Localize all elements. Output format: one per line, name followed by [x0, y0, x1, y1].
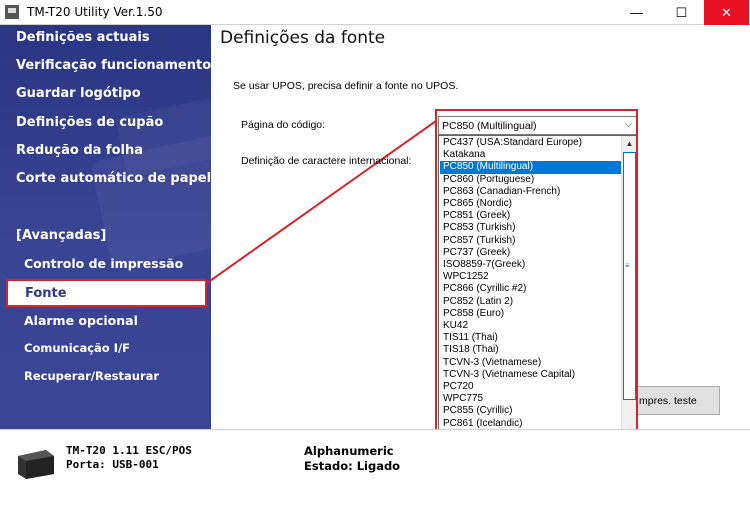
- device-name: TM-T20 1.11 ESC/POS: [66, 444, 192, 457]
- test-print-button[interactable]: mpres. teste: [637, 386, 720, 415]
- dropdown-option[interactable]: PC851 (Greek): [440, 210, 622, 222]
- dropdown-option[interactable]: TCVN-3 (Vietnamese): [440, 357, 622, 369]
- dropdown-option[interactable]: TIS11 (Thai): [440, 332, 622, 344]
- minimize-button[interactable]: —: [614, 0, 659, 25]
- test-print-label: mpres. teste: [639, 395, 697, 407]
- page-title: Definições da fonte: [220, 28, 386, 48]
- sidebar-item-font[interactable]: Fonte: [6, 279, 207, 307]
- scroll-up-icon[interactable]: ▲: [622, 136, 636, 151]
- sidebar-item-paper-reduction[interactable]: Redução da folha: [16, 143, 143, 158]
- printer-mode: Alphanumeric: [304, 444, 394, 458]
- close-button[interactable]: ✕: [704, 0, 749, 25]
- dropdown-option[interactable]: TIS18 (Thai): [440, 344, 622, 356]
- sidebar-advanced-header: [Avançadas]: [16, 228, 107, 243]
- dropdown-option[interactable]: PC858 (Euro): [440, 308, 622, 320]
- printer-icon: [18, 450, 54, 479]
- sidebar-item-save-logo[interactable]: Guardar logótipo: [16, 86, 141, 101]
- dropdown-option[interactable]: PC866 (Cyrillic #2): [440, 283, 622, 295]
- sidebar: Definições actuais Verificação funcionam…: [0, 25, 211, 429]
- sidebar-item-font-label: Fonte: [25, 286, 67, 301]
- sidebar-item-receipt-settings[interactable]: Definições de cupão: [16, 115, 163, 130]
- dropdown-option[interactable]: PC863 (Canadian-French): [440, 186, 622, 198]
- dropdown-option[interactable]: PC853 (Turkish): [440, 222, 622, 234]
- dropdown-option[interactable]: WPC1252: [440, 271, 622, 283]
- intl-charset-label: Definição de caractere internacional:: [241, 155, 412, 167]
- sidebar-item-current-settings[interactable]: Definições actuais: [16, 30, 150, 45]
- dropdown-option[interactable]: PC855 (Cyrillic): [440, 405, 622, 417]
- dropdown-option[interactable]: PC857 (Turkish): [440, 235, 622, 247]
- sidebar-item-optional-alarm[interactable]: Alarme opcional: [24, 313, 138, 328]
- sidebar-item-recover-restore[interactable]: Recuperar/Restaurar: [24, 369, 159, 383]
- code-page-value: PC850 (Multilingual): [442, 120, 537, 132]
- scroll-thumb[interactable]: [623, 152, 636, 400]
- sidebar-item-auto-cut[interactable]: Corte automático de papel: [16, 171, 211, 186]
- code-page-label: Página do código:: [241, 119, 326, 131]
- dropdown-option[interactable]: PC720: [440, 381, 622, 393]
- device-port: Porta: USB-001: [66, 458, 159, 471]
- scroll-grip-icon: ≡: [625, 261, 630, 270]
- upos-note: Se usar UPOS, precisa definir a fonte no…: [233, 80, 459, 92]
- dropdown-option[interactable]: PC850 (Multilingual): [440, 161, 622, 174]
- dropdown-option[interactable]: PC737 (Greek): [440, 247, 622, 259]
- dropdown-option[interactable]: Katakana: [440, 149, 622, 161]
- code-page-select[interactable]: PC850 (Multilingual) ⌵: [438, 116, 637, 135]
- sidebar-item-print-control[interactable]: Controlo de impressão: [24, 256, 183, 271]
- window-title: TM-T20 Utility Ver.1.50: [27, 5, 163, 19]
- sidebar-item-communication[interactable]: Comunicação I/F: [24, 341, 130, 355]
- dropdown-option[interactable]: KU42: [440, 320, 622, 332]
- dropdown-option[interactable]: PC865 (Nordic): [440, 198, 622, 210]
- title-bar: TM-T20 Utility Ver.1.50 — ☐ ✕: [0, 0, 750, 25]
- sidebar-item-operation-check[interactable]: Verificação funcionamento: [16, 58, 211, 73]
- chevron-down-icon: ⌵: [625, 119, 632, 129]
- maximize-button[interactable]: ☐: [659, 0, 704, 25]
- dropdown-option[interactable]: PC861 (Icelandic): [440, 418, 622, 430]
- dropdown-option[interactable]: PC437 (USA:Standard Europe): [440, 137, 622, 149]
- dropdown-option[interactable]: PC860 (Portuguese): [440, 174, 622, 186]
- app-icon: [5, 5, 19, 19]
- dropdown-option[interactable]: PC852 (Latin 2): [440, 296, 622, 308]
- dropdown-option[interactable]: TCVN-3 (Vietnamese Capital): [440, 369, 622, 381]
- dropdown-option[interactable]: ISO8859-7(Greek): [440, 259, 622, 271]
- dropdown-option[interactable]: WPC775: [440, 393, 622, 405]
- printer-state: Estado: Ligado: [304, 459, 401, 473]
- status-footer: TM-T20 1.11 ESC/POS Porta: USB-001 Alpha…: [0, 429, 750, 506]
